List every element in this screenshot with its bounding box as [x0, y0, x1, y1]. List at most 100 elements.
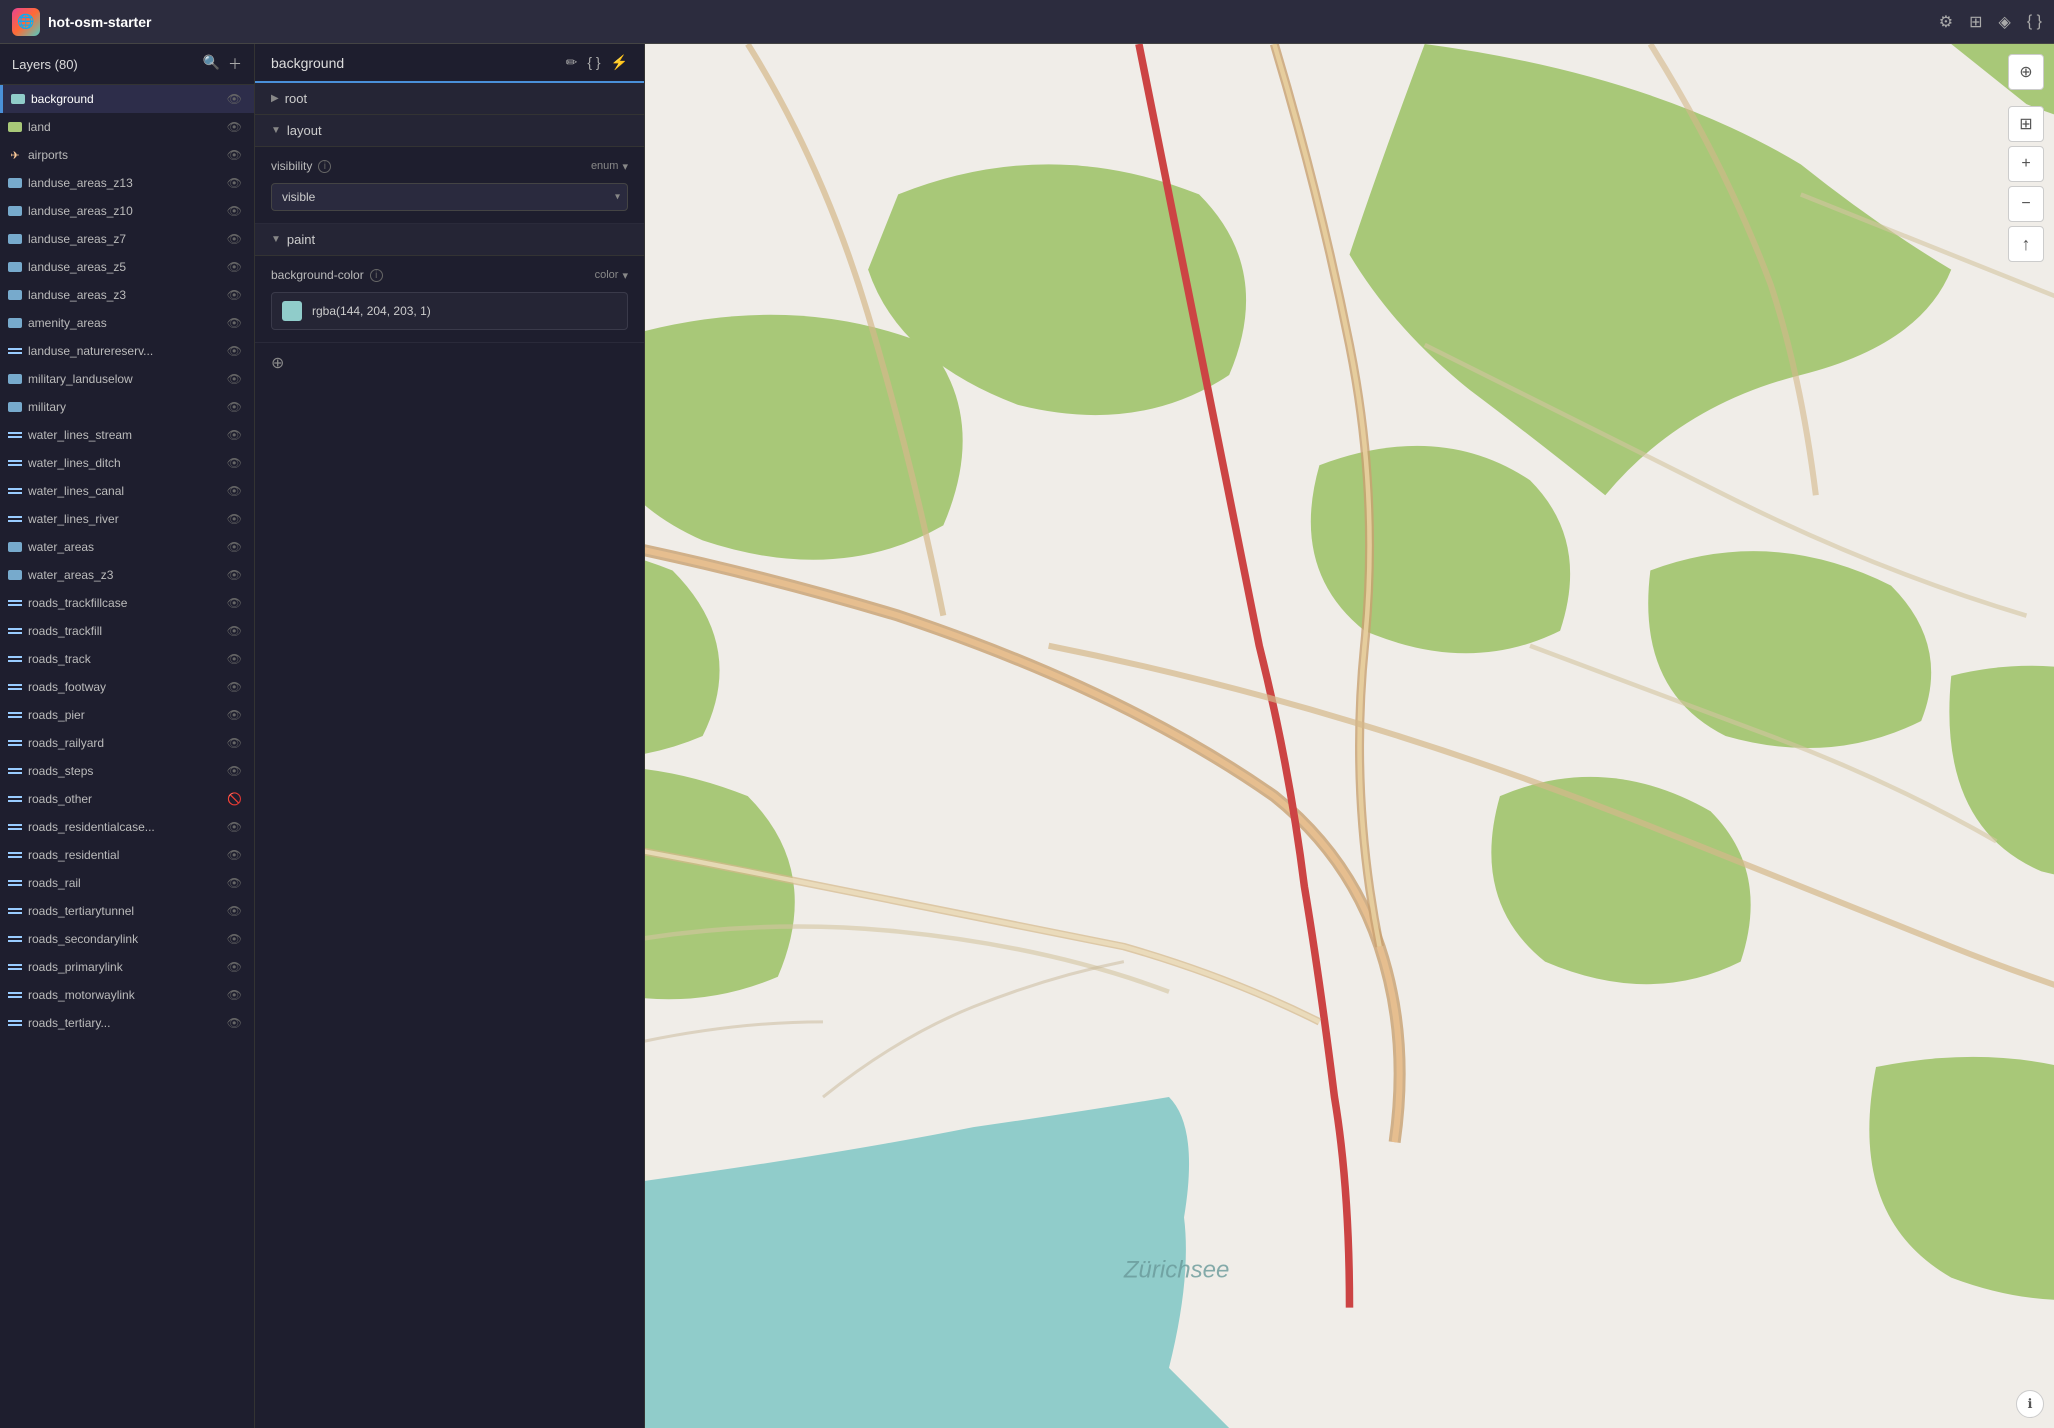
layer-visibility-icon[interactable]: 👁 [227, 288, 242, 302]
code-icon[interactable]: { } [2027, 13, 2042, 31]
layer-item[interactable]: water_areas 👁 [0, 533, 254, 561]
color-value-row[interactable]: rgba(144, 204, 203, 1) [271, 292, 628, 330]
layer-visibility-icon[interactable]: 👁 [227, 848, 242, 862]
settings-icon[interactable]: ⚙ [1939, 12, 1953, 32]
layer-item[interactable]: landuse_areas_z7 👁 [0, 225, 254, 253]
layer-item[interactable]: ✈ airports 👁 [0, 141, 254, 169]
edit-icon[interactable]: ✏ [566, 54, 578, 71]
visibility-label: visibility i [271, 159, 331, 173]
layer-type-icon [8, 596, 22, 610]
layer-item[interactable]: water_lines_ditch 👁 [0, 449, 254, 477]
add-property-button[interactable]: ⊕ [255, 343, 644, 383]
root-section-header[interactable]: ▶ root [255, 83, 644, 115]
search-layers-icon[interactable]: 🔍 [203, 54, 220, 74]
layer-item[interactable]: amenity_areas 👁 [0, 309, 254, 337]
visibility-select[interactable]: visible none [271, 183, 628, 211]
visibility-type[interactable]: enum ▾ [591, 160, 628, 173]
layer-visibility-icon[interactable]: 👁 [227, 624, 242, 638]
layer-item[interactable]: roads_tertiarytunnel 👁 [0, 897, 254, 925]
layer-visibility-icon[interactable]: 👁 [227, 260, 242, 274]
layer-visibility-icon[interactable]: 👁 [227, 540, 242, 554]
layer-visibility-icon[interactable]: 👁 [227, 148, 242, 162]
code-props-icon[interactable]: { } [587, 54, 600, 71]
layout-section-header[interactable]: ▼ layout [255, 115, 644, 147]
layer-item[interactable]: roads_railyard 👁 [0, 729, 254, 757]
layer-item[interactable]: roads_track 👁 [0, 645, 254, 673]
layer-visibility-icon[interactable]: 👁 [227, 708, 242, 722]
layer-visibility-icon[interactable]: 👁 [227, 652, 242, 666]
layer-visibility-icon[interactable]: 👁 [227, 736, 242, 750]
layer-item[interactable]: roads_tertiary... 👁 [0, 1009, 254, 1037]
layer-type-icon [8, 260, 22, 274]
flash-icon[interactable]: ⚡ [611, 54, 628, 71]
grid-button[interactable]: ⊞ [2008, 106, 2044, 142]
layer-visibility-icon[interactable]: 🚫 [227, 792, 242, 806]
layer-item[interactable]: roads_pier 👁 [0, 701, 254, 729]
layer-visibility-icon[interactable]: 👁 [227, 988, 242, 1002]
layer-visibility-icon[interactable]: 👁 [227, 344, 242, 358]
layer-item[interactable]: roads_primarylink 👁 [0, 953, 254, 981]
layer-visibility-icon[interactable]: 👁 [227, 904, 242, 918]
layer-visibility-icon[interactable]: 👁 [227, 876, 242, 890]
bg-color-type[interactable]: color ▾ [595, 269, 628, 282]
layer-visibility-icon[interactable]: 👁 [227, 568, 242, 582]
layer-visibility-icon[interactable]: 👁 [227, 960, 242, 974]
layer-item[interactable]: military 👁 [0, 393, 254, 421]
visibility-info-icon[interactable]: i [318, 160, 331, 173]
layer-visibility-icon[interactable]: 👁 [227, 512, 242, 526]
layers-icon[interactable]: ◈ [1999, 12, 2011, 32]
zoom-out-button[interactable]: − [2008, 186, 2044, 222]
layer-item[interactable]: roads_steps 👁 [0, 757, 254, 785]
layer-item[interactable]: water_lines_canal 👁 [0, 477, 254, 505]
layer-visibility-icon[interactable]: 👁 [227, 484, 242, 498]
geolocate-button[interactable]: ⊕ [2008, 54, 2044, 90]
layer-visibility-icon[interactable]: 👁 [227, 232, 242, 246]
layer-item[interactable]: water_lines_stream 👁 [0, 421, 254, 449]
layer-item[interactable]: roads_motorwaylink 👁 [0, 981, 254, 1009]
layer-item[interactable]: roads_trackfillcase 👁 [0, 589, 254, 617]
layer-item[interactable]: land 👁 [0, 113, 254, 141]
layer-visibility-icon[interactable]: 👁 [227, 176, 242, 190]
layer-visibility-icon[interactable]: 👁 [227, 932, 242, 946]
layer-name: roads_railyard [28, 736, 221, 750]
layer-item[interactable]: roads_secondarylink 👁 [0, 925, 254, 953]
layer-item[interactable]: roads_residentialcase... 👁 [0, 813, 254, 841]
layer-item[interactable]: water_lines_river 👁 [0, 505, 254, 533]
layer-item[interactable]: water_areas_z3 👁 [0, 561, 254, 589]
layer-item[interactable]: roads_rail 👁 [0, 869, 254, 897]
layer-visibility-icon[interactable]: 👁 [227, 316, 242, 330]
layer-item[interactable]: roads_other 🚫 [0, 785, 254, 813]
paint-section-header[interactable]: ▼ paint [255, 224, 644, 256]
layer-item[interactable]: military_landuselow 👁 [0, 365, 254, 393]
layer-visibility-icon[interactable]: 👁 [227, 120, 242, 134]
layer-visibility-icon[interactable]: 👁 [227, 372, 242, 386]
layer-item[interactable]: roads_footway 👁 [0, 673, 254, 701]
layer-item[interactable]: landuse_areas_z3 👁 [0, 281, 254, 309]
layer-item[interactable]: landuse_areas_z13 👁 [0, 169, 254, 197]
layer-item[interactable]: landuse_naturereserv... 👁 [0, 337, 254, 365]
bg-color-info-icon[interactable]: i [370, 269, 383, 282]
layer-item[interactable]: landuse_areas_z10 👁 [0, 197, 254, 225]
map-info-button[interactable]: ℹ [2016, 1390, 2044, 1418]
layer-visibility-icon[interactable]: 👁 [227, 204, 242, 218]
layer-visibility-icon[interactable]: 👁 [227, 400, 242, 414]
layer-visibility-icon[interactable]: 👁 [227, 428, 242, 442]
layer-visibility-icon[interactable]: 👁 [227, 820, 242, 834]
layer-type-icon [8, 904, 22, 918]
layer-visibility-icon[interactable]: 👁 [227, 596, 242, 610]
add-layer-icon[interactable]: ＋ [228, 54, 242, 74]
layer-type-icon [8, 120, 22, 134]
layer-item[interactable]: roads_residential 👁 [0, 841, 254, 869]
layer-visibility-icon[interactable]: 👁 [227, 680, 242, 694]
table-icon[interactable]: ⊞ [1969, 12, 1982, 32]
layer-item[interactable]: landuse_areas_z5 👁 [0, 253, 254, 281]
layer-visibility-icon[interactable]: 👁 [227, 1016, 242, 1030]
zoom-in-button[interactable]: + [2008, 146, 2044, 182]
props-panel: background ✏ { } ⚡ ▶ root ▼ layout visib… [255, 44, 645, 1428]
compass-button[interactable]: ↑ [2008, 226, 2044, 262]
layer-visibility-icon[interactable]: 👁 [227, 764, 242, 778]
layer-item[interactable]: background 👁 [0, 85, 254, 113]
layer-visibility-icon[interactable]: 👁 [227, 92, 242, 106]
layer-visibility-icon[interactable]: 👁 [227, 456, 242, 470]
layer-item[interactable]: roads_trackfill 👁 [0, 617, 254, 645]
